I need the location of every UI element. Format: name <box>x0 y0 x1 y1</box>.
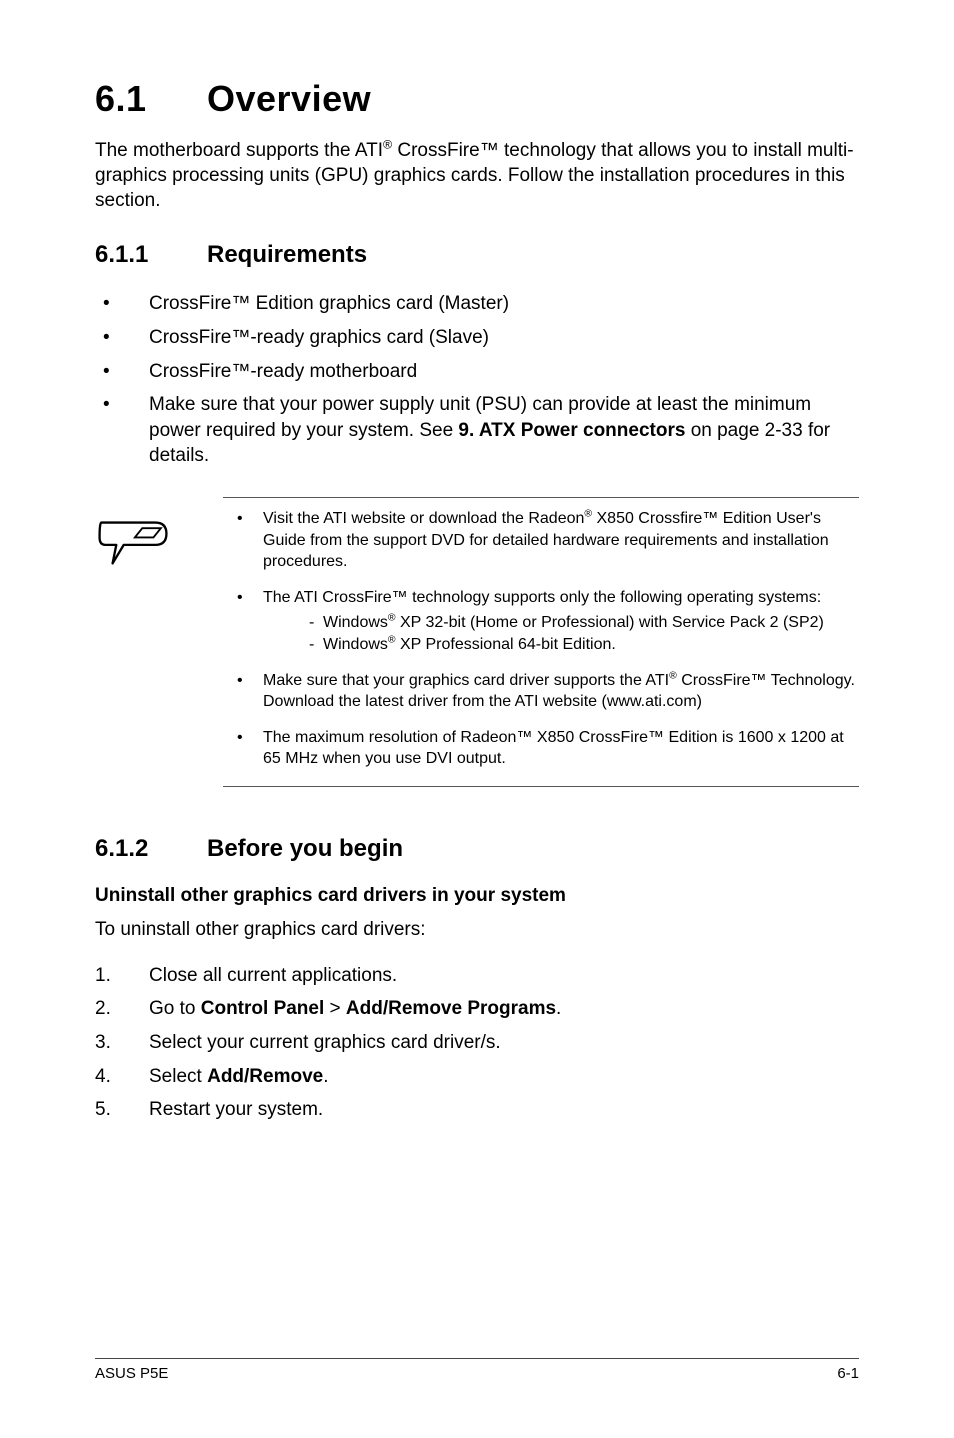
note2-sub1: Windows® XP 32-bit (Home or Professional… <box>323 612 859 634</box>
section-heading: 6.1Overview <box>95 78 859 120</box>
requirement-item: CrossFire™-ready motherboard <box>95 359 859 385</box>
section-number: 6.1 <box>95 78 207 120</box>
subsection-heading: 6.1.2Before you begin <box>95 835 859 863</box>
registered-symbol: ® <box>388 635 396 646</box>
registered-symbol: ® <box>388 613 396 624</box>
steps-list: Close all current applications. Go to Co… <box>95 963 859 1123</box>
requirement-item: CrossFire™ Edition graphics card (Master… <box>95 291 859 317</box>
step-item: Restart your system. <box>95 1097 859 1123</box>
subsection-heading: 6.1.1Requirements <box>95 241 859 269</box>
requirement-item: Make sure that your power supply unit (P… <box>95 392 859 469</box>
note2-sub2-b: XP Professional 64-bit Edition. <box>396 636 616 653</box>
intro-paragraph: The motherboard supports the ATI® CrossF… <box>95 138 865 213</box>
s4a: Select <box>149 1066 207 1087</box>
s2c: > <box>324 998 346 1019</box>
section-title-text: Overview <box>207 78 371 119</box>
note-pencil-icon <box>95 517 171 574</box>
step-item: Go to Control Panel > Add/Remove Program… <box>95 996 859 1022</box>
note2-sub2: Windows® XP Professional 64-bit Edition. <box>323 634 859 656</box>
footer-right: 6-1 <box>837 1365 859 1382</box>
step-item: Select your current graphics card driver… <box>95 1030 859 1056</box>
uninstall-intro: To uninstall other graphics card drivers… <box>95 917 859 943</box>
s4c: . <box>323 1066 328 1087</box>
subsection-number: 6.1.2 <box>95 835 207 863</box>
note-list: Visit the ATI website or download the Ra… <box>223 508 859 770</box>
step-item: Close all current applications. <box>95 963 859 989</box>
subsection-title-text: Requirements <box>207 241 367 268</box>
note-item: The ATI CrossFire™ technology supports o… <box>223 587 859 656</box>
s2b: Control Panel <box>201 998 325 1019</box>
s4b: Add/Remove <box>207 1066 323 1087</box>
note1-a: Visit the ATI website or download the Ra… <box>263 510 584 527</box>
note2-a: The ATI CrossFire™ technology supports o… <box>263 589 821 606</box>
note2-sub1-a: Windows <box>323 614 388 631</box>
intro-text-a: The motherboard supports the ATI <box>95 140 383 161</box>
registered-symbol: ® <box>669 670 677 681</box>
note-item: Visit the ATI website or download the Ra… <box>223 508 859 573</box>
uninstall-heading: Uninstall other graphics card drivers in… <box>95 885 859 907</box>
dash: - <box>309 612 323 634</box>
note-item: Make sure that your graphics card driver… <box>223 670 859 713</box>
req-power-bold: 9. ATX Power connectors <box>458 420 685 441</box>
s2d: Add/Remove Programs <box>346 998 556 1019</box>
requirements-list: CrossFire™ Edition graphics card (Master… <box>95 291 859 469</box>
s2e: . <box>556 998 561 1019</box>
requirement-item: CrossFire™-ready graphics card (Slave) <box>95 325 859 351</box>
note3-a: Make sure that your graphics card driver… <box>263 672 669 689</box>
s2a: Go to <box>149 998 201 1019</box>
dash: - <box>309 634 323 656</box>
page-footer: ASUS P5E 6-1 <box>95 1358 859 1382</box>
subsection-title-text: Before you begin <box>207 835 403 862</box>
subsection-number: 6.1.1 <box>95 241 207 269</box>
registered-symbol: ® <box>383 138 392 152</box>
footer-left: ASUS P5E <box>95 1365 168 1382</box>
note2-sub2-a: Windows <box>323 636 388 653</box>
note2-sub1-b: XP 32-bit (Home or Professional) with Se… <box>396 614 824 631</box>
note-callout: Visit the ATI website or download the Ra… <box>95 497 859 787</box>
registered-symbol: ® <box>584 509 592 520</box>
note-sublist: - Windows® XP 32-bit (Home or Profession… <box>309 612 859 655</box>
step-item: Select Add/Remove. <box>95 1064 859 1090</box>
note-item: The maximum resolution of Radeon™ X850 C… <box>223 727 859 770</box>
